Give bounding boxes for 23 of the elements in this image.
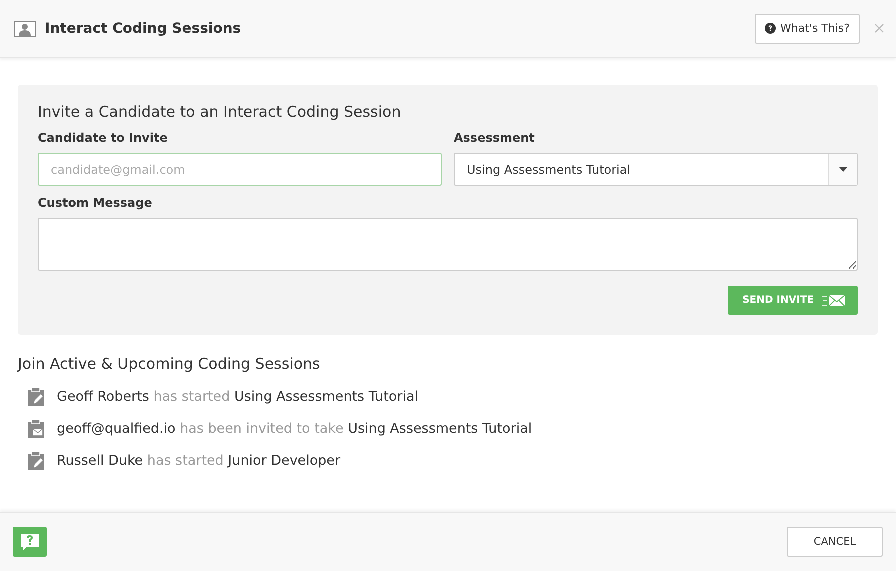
clipboard-pencil-icon [28,388,44,406]
help-icon [764,23,776,34]
window-title: Interact Coding Sessions [45,20,242,36]
field-label: Candidate to Invite [38,131,169,145]
field-label: Custom Message [38,196,154,210]
clipboard-envelope-icon [28,420,44,438]
assessment-dropdown[interactable]: Using Assessments Tutorial [454,153,858,186]
whats-this-button[interactable]: What's This? [754,14,860,44]
candidate-email-field[interactable]: candidate@gmail.com [38,153,442,186]
session-entry[interactable]: geoff@qualfied.io has been invited to take Using Assessments Tutorial [57,421,532,437]
user-icon [14,20,36,36]
caret-icon [838,167,848,172]
session-entry[interactable]: Geoff Roberts has started Using Assessments Tutorial [57,389,418,405]
field-label: Assessment [454,131,536,145]
session-entry[interactable]: Russell Duke has started Junior Developer [57,453,341,469]
envelope-icon [822,294,846,306]
clipboard-pencil-icon [28,452,44,470]
cancel-button[interactable]: CANCEL [787,527,883,557]
custom-message-field[interactable] [38,218,858,271]
panel-heading: Invite a Candidate to an Interact Coding Session [38,103,402,121]
help-chat-icon[interactable] [13,527,47,557]
close-icon[interactable] [875,24,884,33]
section-heading: Join Active & Upcoming Coding Sessions [18,355,322,373]
